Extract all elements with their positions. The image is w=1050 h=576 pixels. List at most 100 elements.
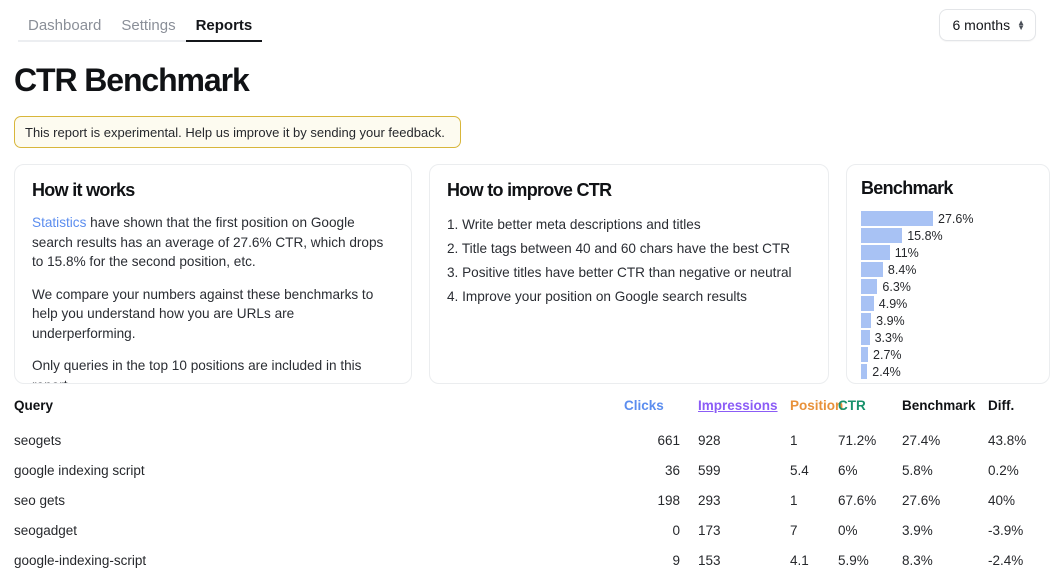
table-cell-query: google-indexing-script [14, 553, 147, 568]
benchmark-bar-label: 3.9% [876, 313, 905, 328]
table-cell-position: 1 [790, 433, 798, 448]
table-cell-diff: -2.4% [988, 553, 1024, 568]
card-how-it-works: How it works Statistics have shown that … [14, 164, 412, 384]
table-header-query[interactable]: Query [14, 398, 624, 426]
benchmark-bar [861, 279, 878, 294]
benchmark-bar-row: 8.4% [861, 262, 1049, 277]
ctr-tip-item: 4. Improve your position on Google searc… [447, 289, 747, 304]
benchmark-bar [861, 364, 868, 379]
period-range-select[interactable]: 6 months ▲ ▼ [939, 9, 1036, 41]
tab-list: Dashboard Settings Reports [0, 0, 263, 42]
card-how-it-works-title: How it works [32, 180, 135, 200]
table-row[interactable]: google-indexing-script 9 153 4.1 5.9% 8.3% -2.… [14, 546, 1048, 576]
benchmark-bar-row: 27.6% [861, 211, 1049, 226]
benchmark-bar-row: 6.3% [861, 279, 1049, 294]
table-cell-query: seogets [14, 433, 62, 448]
table-cell-impressions: 173 [698, 523, 721, 538]
ctr-tips-list: 1. Write better meta descriptions and ti… [447, 213, 811, 309]
experimental-notice-banner: This report is experimental. Help us imp… [14, 116, 461, 148]
table-cell-clicks: 0 [672, 523, 680, 538]
benchmark-bar-row: 4.9% [861, 296, 1049, 311]
table-cell-diff: -3.9% [988, 523, 1024, 538]
table-cell-query: google indexing script [14, 463, 145, 478]
table-cell-impressions: 599 [698, 463, 721, 478]
tab-dashboard[interactable]: Dashboard [18, 6, 112, 42]
page-title: CTR Benchmark [14, 62, 250, 98]
table-cell-ctr: 67.6% [838, 493, 877, 508]
chevron-updown-icon: ▲ ▼ [1017, 18, 1025, 32]
table-cell-ctr: 71.2% [838, 433, 877, 448]
period-select-value: 6 months [952, 17, 1011, 33]
table-row[interactable]: seo gets 198 293 1 67.6% 27.6% 40% [14, 486, 1048, 516]
table-cell-clicks: 36 [664, 463, 680, 478]
table-header-impressions[interactable]: Impressions [680, 398, 778, 426]
benchmark-bar-row: 11% [861, 245, 1049, 260]
benchmark-bar-label: 3.3% [874, 330, 904, 345]
table-cell-benchmark: 3.9% [902, 523, 933, 538]
card-benchmark-title: Benchmark [861, 178, 953, 198]
table-cell-position: 7 [790, 523, 798, 538]
table-cell-clicks: 198 [657, 493, 680, 508]
benchmark-bar [861, 211, 933, 226]
table-cell-ctr: 6% [838, 463, 858, 478]
table-header-clicks[interactable]: Clicks [624, 398, 680, 426]
tab-settings[interactable]: Settings [111, 6, 186, 42]
benchmark-bar [861, 296, 874, 311]
table-row[interactable]: seogadget 0 173 7 0% 3.9% -3.9% [14, 516, 1048, 546]
benchmark-bar-label: 2.4% [872, 364, 901, 379]
table-cell-query: seogadget [14, 523, 78, 538]
benchmark-bar [861, 245, 890, 260]
table-cell-position: 4.1 [790, 553, 809, 568]
table-cell-position: 5.4 [790, 463, 809, 478]
table-cell-benchmark: 8.3% [902, 553, 933, 568]
benchmark-bar-row: 2.4% [861, 364, 1049, 379]
how-it-works-paragraph-2: We compare your numbers against these be… [32, 286, 374, 341]
benchmark-bar [861, 347, 869, 362]
table-cell-diff: 0.2% [988, 463, 1019, 478]
table-cell-benchmark: 5.8% [902, 463, 933, 478]
table-header: Query Clicks Impressions Position CTR Benchma… [14, 398, 1048, 426]
table-row[interactable]: google indexing script 36 599 5.4 6% 5.8% 0.2% [14, 456, 1048, 486]
benchmark-bar [861, 313, 872, 328]
card-how-to-improve-ctr: How to improve CTR 1. Write better meta … [429, 164, 829, 384]
table-row[interactable]: seogets 661 928 1 71.2% 27.4% 43.8% [14, 426, 1048, 456]
table-cell-position: 1 [790, 493, 798, 508]
table-cell-diff: 43.8% [988, 433, 1027, 448]
benchmark-bar-label: 2.7% [873, 347, 902, 362]
ctr-tip-item: 3. Positive titles have better CTR than … [447, 265, 792, 280]
table-cell-ctr: 0% [838, 523, 858, 538]
table-cell-clicks: 9 [672, 553, 680, 568]
table-body: seogets 661 928 1 71.2% 27.4% 43.8% google inde… [14, 426, 1048, 576]
table-cell-impressions: 153 [698, 553, 721, 568]
ctr-report-table: Query Clicks Impressions Position CTR Benchma… [14, 398, 1048, 576]
benchmark-bar-chart: 27.6% 15.8% 11% 8.4% 6.3% 4.9% 3.9% 3.3% 2.7% 2.4… [861, 211, 1049, 379]
how-it-works-paragraph-3: Only queries in the top 10 positions are… [32, 358, 362, 383]
table-header-position[interactable]: Position [776, 398, 843, 426]
benchmark-bar-label: 8.4% [887, 262, 917, 277]
how-it-works-paragraph-1: Statistics have shown that the first pos… [32, 213, 394, 272]
notice-text: This report is experimental. Help us imp… [25, 124, 445, 140]
table-header-diff[interactable]: Diff. [988, 398, 1048, 426]
benchmark-bar [861, 330, 870, 345]
table-header-row: Query Clicks Impressions Position CTR Benchma… [14, 398, 1048, 426]
report-table-wrapper: Query Clicks Impressions Position CTR Benchma… [14, 398, 1036, 576]
benchmark-bar-label: 11% [894, 245, 919, 260]
benchmark-bar-row: 3.9% [861, 313, 1049, 328]
benchmark-bar-label: 4.9% [878, 296, 908, 311]
benchmark-bar-label: 27.6% [938, 211, 974, 226]
benchmark-bar [861, 262, 883, 277]
benchmark-bar-label: 15.8% [907, 228, 943, 243]
table-cell-impressions: 928 [698, 433, 721, 448]
table-header-ctr[interactable]: CTR [838, 398, 902, 426]
table-cell-benchmark: 27.6% [902, 493, 941, 508]
table-cell-impressions: 293 [698, 493, 721, 508]
statistics-link[interactable]: Statistics [32, 215, 86, 230]
table-cell-query: seo gets [14, 493, 66, 508]
table-cell-benchmark: 27.4% [902, 433, 941, 448]
top-navigation-bar: Dashboard Settings Reports [0, 0, 1050, 42]
card-how-to-improve-title: How to improve CTR [447, 180, 612, 200]
benchmark-bar [861, 228, 903, 243]
tab-reports[interactable]: Reports [185, 6, 263, 42]
table-header-benchmark[interactable]: Benchmark [902, 398, 988, 426]
table-cell-clicks: 661 [657, 433, 680, 448]
